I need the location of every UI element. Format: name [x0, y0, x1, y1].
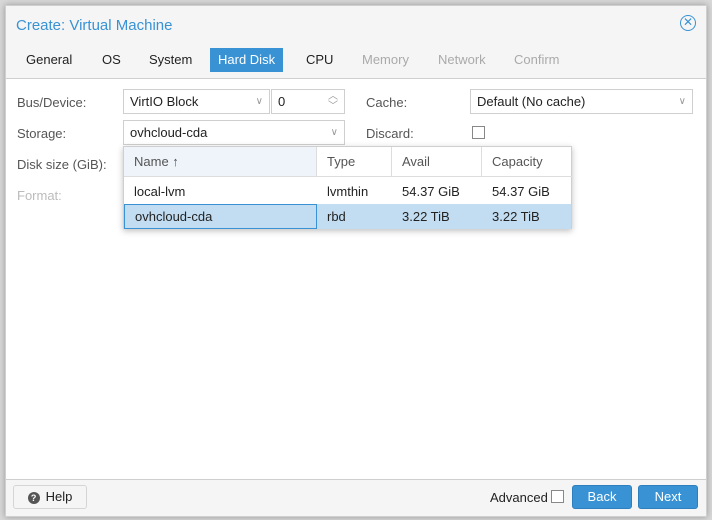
hard-disk-panel: Bus/Device: VirtIO Block ∨ 0 ︿ ﹀ Storage: o… [6, 78, 706, 480]
wizard-tabs: General OS System Hard Disk CPU Memory N… [6, 48, 706, 78]
cache-value: Default (No cache) [477, 94, 586, 109]
cache-label: Cache: [366, 95, 408, 110]
cell-name: local-lvm [134, 184, 186, 199]
cell-avail: 3.22 TiB [402, 209, 450, 224]
tab-memory: Memory [362, 52, 409, 67]
tab-hard-disk[interactable]: Hard Disk [210, 48, 284, 72]
storage-picker-dropdown: Name ↑ Type Avail Capacity local-lvm lvm… [123, 146, 572, 229]
dialog-footer: ? Help Advanced Back Next [6, 480, 706, 516]
format-label: Format: [17, 188, 62, 203]
storage-row-local-lvm[interactable]: local-lvm lvmthin 54.37 GiB 54.37 GiB [124, 179, 571, 204]
next-button[interactable]: Next [638, 485, 698, 509]
tab-os[interactable]: OS [94, 48, 129, 72]
cell-name: ovhcloud-cda [124, 204, 317, 229]
column-header-type[interactable]: Type [317, 147, 392, 177]
column-header-capacity[interactable]: Capacity [482, 147, 572, 177]
help-label: Help [45, 489, 73, 504]
chevron-down-icon: ∨ [330, 127, 338, 138]
tab-confirm: Confirm [514, 52, 560, 67]
discard-label: Discard: [366, 126, 414, 141]
advanced-label: Advanced [490, 490, 548, 505]
close-icon[interactable]: ✕ [680, 15, 696, 31]
storage-row-ovhcloud-cda[interactable]: ovhcloud-cda rbd 3.22 TiB 3.22 TiB [124, 204, 571, 229]
help-button[interactable]: ? Help [13, 485, 87, 509]
help-icon: ? [27, 492, 40, 504]
tab-system[interactable]: System [141, 48, 200, 72]
storage-value: ovhcloud-cda [130, 125, 208, 140]
storage-select[interactable]: ovhcloud-cda ∨ [123, 120, 345, 145]
chevron-down-icon: ∨ [255, 96, 263, 107]
cell-capacity: 54.37 GiB [492, 184, 550, 199]
discard-checkbox[interactable] [472, 126, 485, 139]
storage-label: Storage: [17, 126, 67, 141]
bus-device-label: Bus/Device: [17, 95, 87, 110]
chevron-down-icon: ∨ [678, 96, 686, 107]
bus-value: VirtIO Block [130, 94, 199, 109]
cell-type: lvmthin [327, 184, 369, 199]
bus-select[interactable]: VirtIO Block ∨ [123, 89, 270, 114]
cell-type: rbd [327, 209, 346, 224]
device-value: 0 [278, 94, 286, 109]
dialog-title: Create: Virtual Machine [16, 17, 173, 34]
cell-capacity: 3.22 TiB [492, 209, 540, 224]
create-vm-dialog: Create: Virtual Machine ✕ General OS Sys… [5, 5, 707, 517]
disk-size-label: Disk size (GiB): [17, 157, 107, 172]
tab-cpu[interactable]: CPU [298, 48, 341, 72]
device-number-spinner[interactable]: 0 ︿ ﹀ [271, 89, 345, 114]
tab-network: Network [438, 52, 486, 67]
cell-avail: 54.37 GiB [402, 184, 460, 199]
tab-general[interactable]: General [18, 48, 80, 72]
spinner-arrows-icon[interactable]: ︿ ﹀ [328, 92, 338, 112]
column-header-avail[interactable]: Avail [392, 147, 482, 177]
back-button[interactable]: Back [572, 485, 632, 509]
column-header-name[interactable]: Name ↑ [124, 147, 317, 177]
cache-select[interactable]: Default (No cache) ∨ [470, 89, 693, 114]
advanced-checkbox[interactable] [551, 490, 564, 503]
